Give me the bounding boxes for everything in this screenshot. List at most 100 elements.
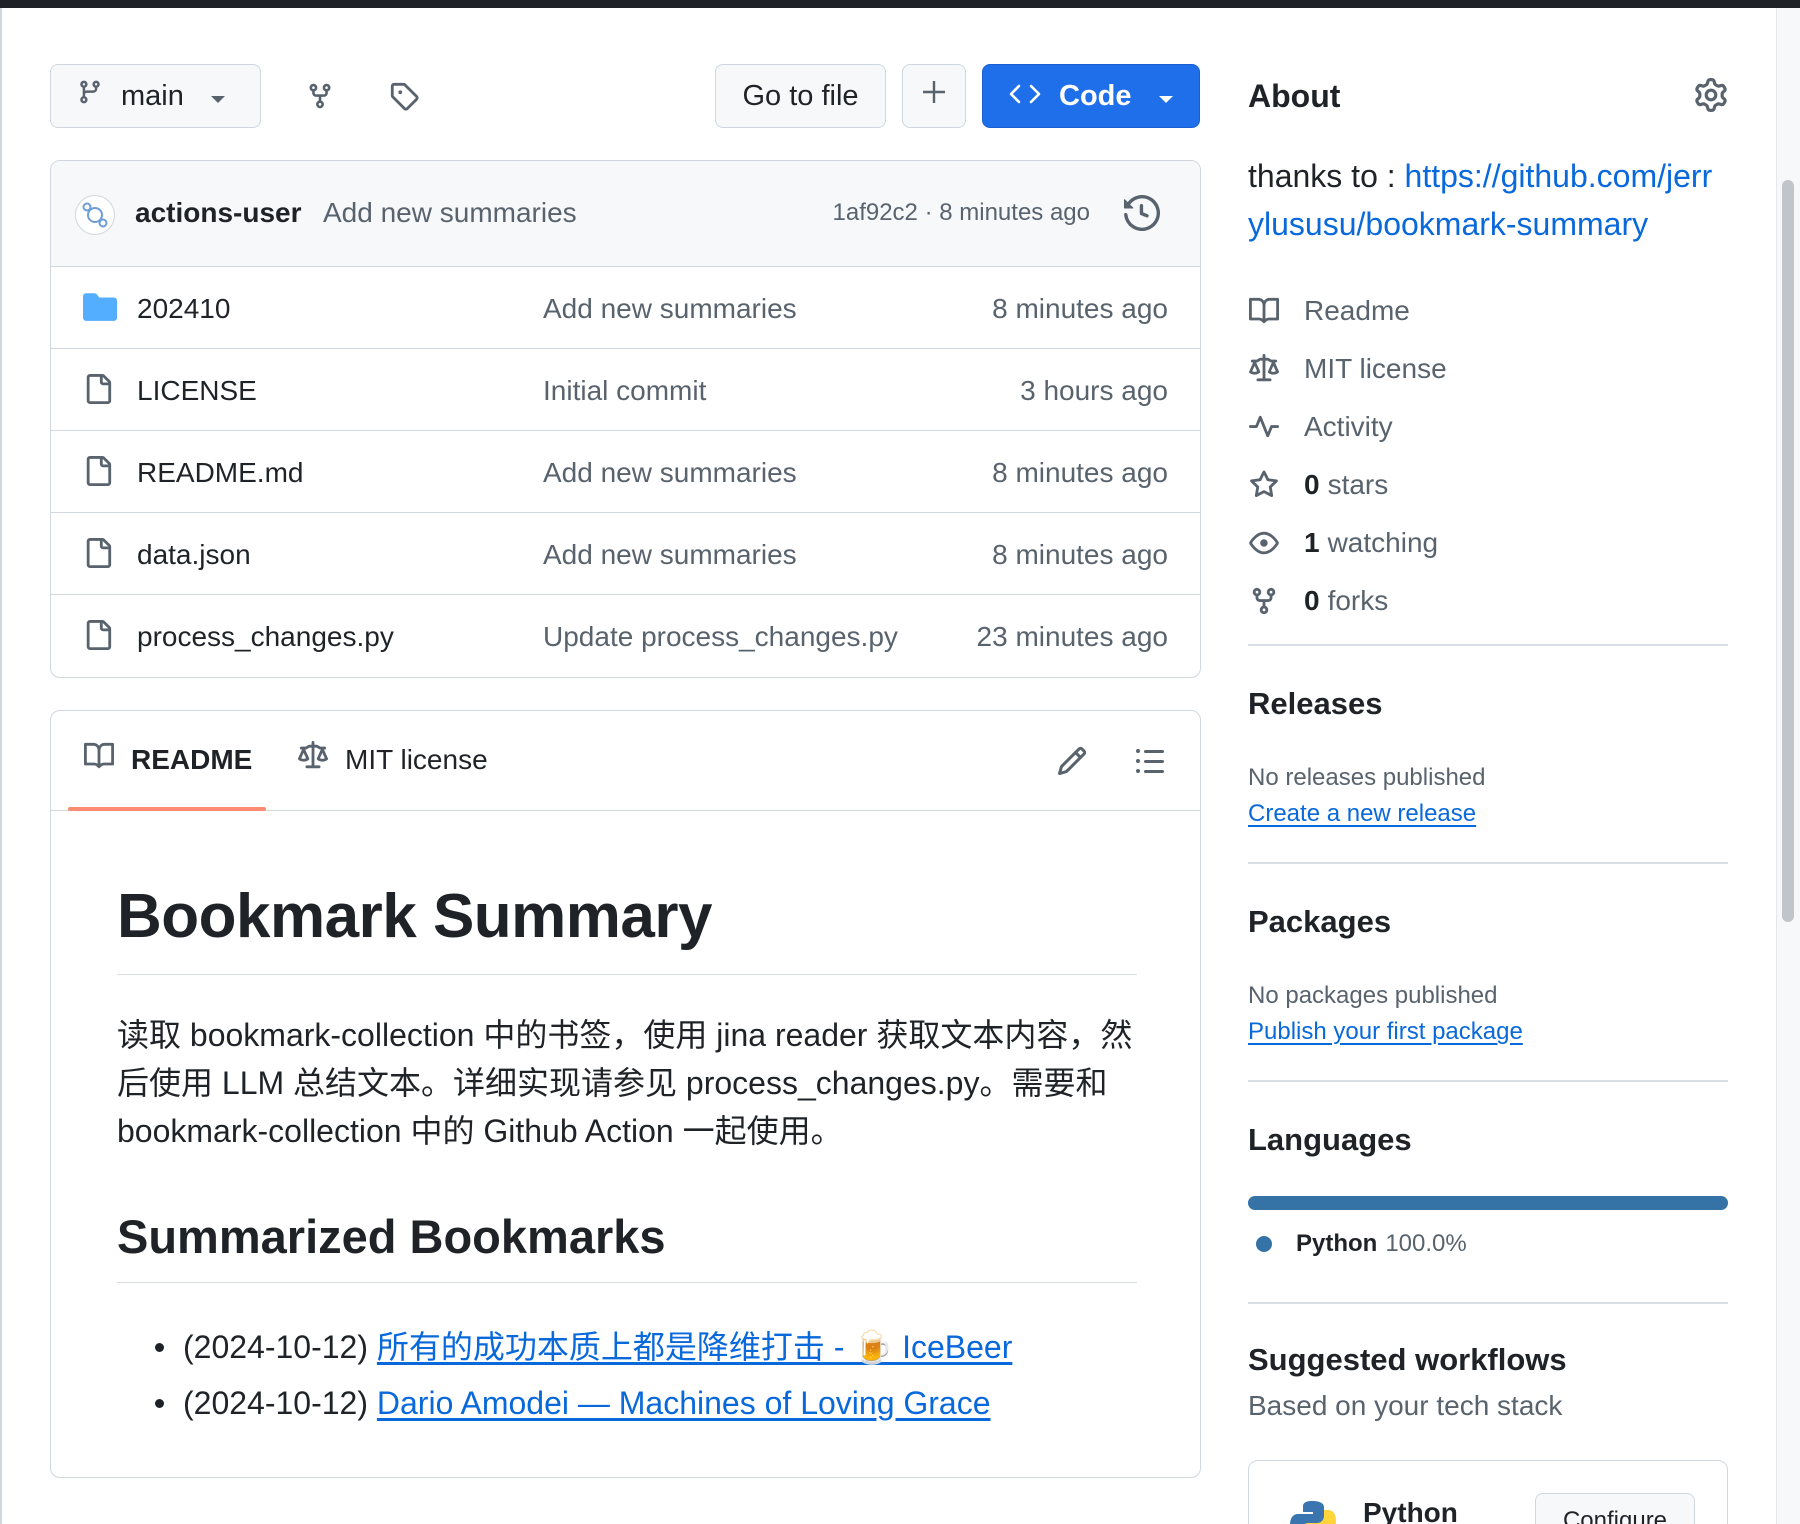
readme-link-label: Readme: [1304, 295, 1410, 326]
file-updated-time: 8 minutes ago: [992, 457, 1168, 488]
watching-count: 1: [1304, 527, 1320, 558]
readme-section-title: Summarized Bookmarks: [117, 1209, 1137, 1283]
license-link-label: MIT license: [1304, 353, 1447, 384]
file-icon: [83, 619, 113, 656]
readme-tabs: README MIT license: [51, 711, 1200, 811]
license-link[interactable]: MIT license: [1248, 340, 1728, 398]
list-unordered-icon[interactable]: [1134, 745, 1166, 782]
packages-empty-text: No packages published: [1248, 982, 1498, 1009]
file-row[interactable]: process_changes.py Update process_change…: [51, 595, 1200, 677]
file-updated-time: 23 minutes ago: [976, 621, 1168, 652]
about-meta-list: Readme MIT license Activity 0 stars 1 wa…: [1248, 282, 1728, 630]
active-tab-indicator: [68, 807, 266, 811]
readme-title: Bookmark Summary: [117, 881, 1137, 975]
branches-icon[interactable]: [300, 76, 340, 116]
divider: [1248, 862, 1728, 864]
file-row[interactable]: README.md Add new summaries 8 minutes ag…: [51, 431, 1200, 513]
file-row[interactable]: 202410 Add new summaries 8 minutes ago: [51, 267, 1200, 349]
file-icon: [83, 537, 113, 574]
star-icon: [1248, 470, 1304, 500]
file-icon: [83, 373, 113, 410]
configure-button[interactable]: Configure: [1535, 1493, 1695, 1524]
git-branch-icon: [77, 77, 103, 115]
list-item: (2024-10-12) Dario Amodei — Machines of …: [151, 1375, 1137, 1431]
activity-link-label: Activity: [1304, 411, 1393, 442]
bookmark-link[interactable]: Dario Amodei — Machines of Loving Grace: [377, 1385, 991, 1421]
file-commit-message[interactable]: Initial commit: [543, 375, 706, 407]
fork-icon: [1248, 586, 1304, 616]
pencil-icon[interactable]: [1056, 745, 1088, 782]
language-percent: 100.0%: [1385, 1230, 1467, 1257]
commit-message[interactable]: Add new summaries: [323, 197, 577, 229]
readme-intro: 读取 bookmark-collection 中的书签，使用 jina read…: [117, 1017, 1133, 1149]
create-release-link[interactable]: Create a new release: [1248, 800, 1476, 828]
divider: [1248, 1080, 1728, 1082]
file-name[interactable]: data.json: [137, 539, 251, 571]
divider: [1248, 644, 1728, 646]
scrollbar-thumb[interactable]: [1782, 180, 1794, 922]
branch-selector-button[interactable]: main: [50, 64, 261, 128]
file-name[interactable]: LICENSE: [137, 375, 257, 407]
releases-heading[interactable]: Releases: [1248, 686, 1382, 722]
caret-down-icon: [210, 80, 226, 113]
plus-icon: [921, 79, 947, 113]
bookmark-date: (2024-10-12): [183, 1329, 368, 1365]
publish-package-link[interactable]: Publish your first package: [1248, 1018, 1523, 1046]
code-brackets-icon: [1009, 80, 1041, 113]
bookmark-link[interactable]: 所有的成功本质上都是降维打击 - 🍺 IceBeer: [377, 1329, 1012, 1365]
pulse-icon: [1248, 412, 1304, 442]
readme-panel: README MIT license Bookmark Summary 读取 b…: [50, 710, 1201, 1478]
activity-link[interactable]: Activity: [1248, 398, 1728, 456]
stars-link[interactable]: 0 stars: [1248, 456, 1728, 514]
tab-readme[interactable]: README: [83, 741, 252, 778]
file-updated-time: 8 minutes ago: [992, 539, 1168, 570]
caret-down-icon: [1158, 80, 1174, 113]
readme-content: Bookmark Summary 读取 bookmark-collection …: [117, 881, 1137, 1431]
file-commit-message[interactable]: Add new summaries: [543, 293, 797, 325]
code-button[interactable]: Code: [982, 64, 1200, 128]
tag-icon[interactable]: [384, 76, 424, 116]
file-name[interactable]: process_changes.py: [137, 621, 394, 653]
languages-heading: Languages: [1248, 1122, 1412, 1157]
list-item: (2024-10-12) 所有的成功本质上都是降维打击 - 🍺 IceBeer: [151, 1319, 1137, 1375]
code-button-label: Code: [1059, 79, 1132, 112]
stars-label: stars: [1327, 469, 1389, 500]
file-commit-message[interactable]: Add new summaries: [543, 539, 797, 571]
packages-heading[interactable]: Packages: [1248, 904, 1391, 940]
file-browser: actions-user Add new summaries 1af92c2 ·…: [50, 160, 1201, 678]
tab-readme-label: README: [131, 743, 253, 775]
stars-count: 0: [1304, 469, 1320, 500]
latest-commit-bar: actions-user Add new summaries 1af92c2 ·…: [51, 161, 1200, 267]
history-icon[interactable]: [1124, 194, 1161, 236]
file-name[interactable]: 202410: [137, 293, 230, 325]
commit-hash-time[interactable]: 1af92c2 · 8 minutes ago: [833, 199, 1091, 227]
python-logo-icon: [1287, 1497, 1339, 1524]
file-updated-time: 8 minutes ago: [992, 293, 1168, 324]
file-row[interactable]: data.json Add new summaries 8 minutes ag…: [51, 513, 1200, 595]
go-to-file-button[interactable]: Go to file: [715, 64, 886, 128]
forks-label: forks: [1327, 585, 1389, 616]
file-updated-time: 3 hours ago: [1020, 375, 1168, 406]
avatar[interactable]: [75, 195, 115, 235]
file-commit-message[interactable]: Add new summaries: [543, 457, 797, 489]
tab-license-label: MIT license: [345, 743, 488, 775]
law-icon: [1248, 354, 1304, 384]
file-row[interactable]: LICENSE Initial commit 3 hours ago: [51, 349, 1200, 431]
commit-author[interactable]: actions-user: [135, 197, 302, 229]
readme-link[interactable]: Readme: [1248, 282, 1728, 340]
add-file-button[interactable]: [902, 64, 966, 128]
gear-icon[interactable]: [1694, 78, 1728, 117]
bookmark-date: (2024-10-12): [183, 1385, 368, 1421]
file-name[interactable]: README.md: [137, 457, 303, 489]
watchers-link[interactable]: 1 watching: [1248, 514, 1728, 572]
file-icon: [83, 455, 113, 492]
workflows-heading: Suggested workflows: [1248, 1342, 1567, 1377]
about-description: thanks to : https://github.com/jerrylusu…: [1248, 152, 1728, 248]
forks-count: 0: [1304, 585, 1320, 616]
law-icon: [297, 741, 329, 778]
forks-link[interactable]: 0 forks: [1248, 572, 1728, 630]
tab-license[interactable]: MIT license: [297, 741, 488, 778]
file-commit-message[interactable]: Update process_changes.py: [543, 621, 898, 653]
language-item[interactable]: Python 100.0%: [1256, 1230, 1467, 1258]
language-color-dot: [1256, 1236, 1272, 1252]
